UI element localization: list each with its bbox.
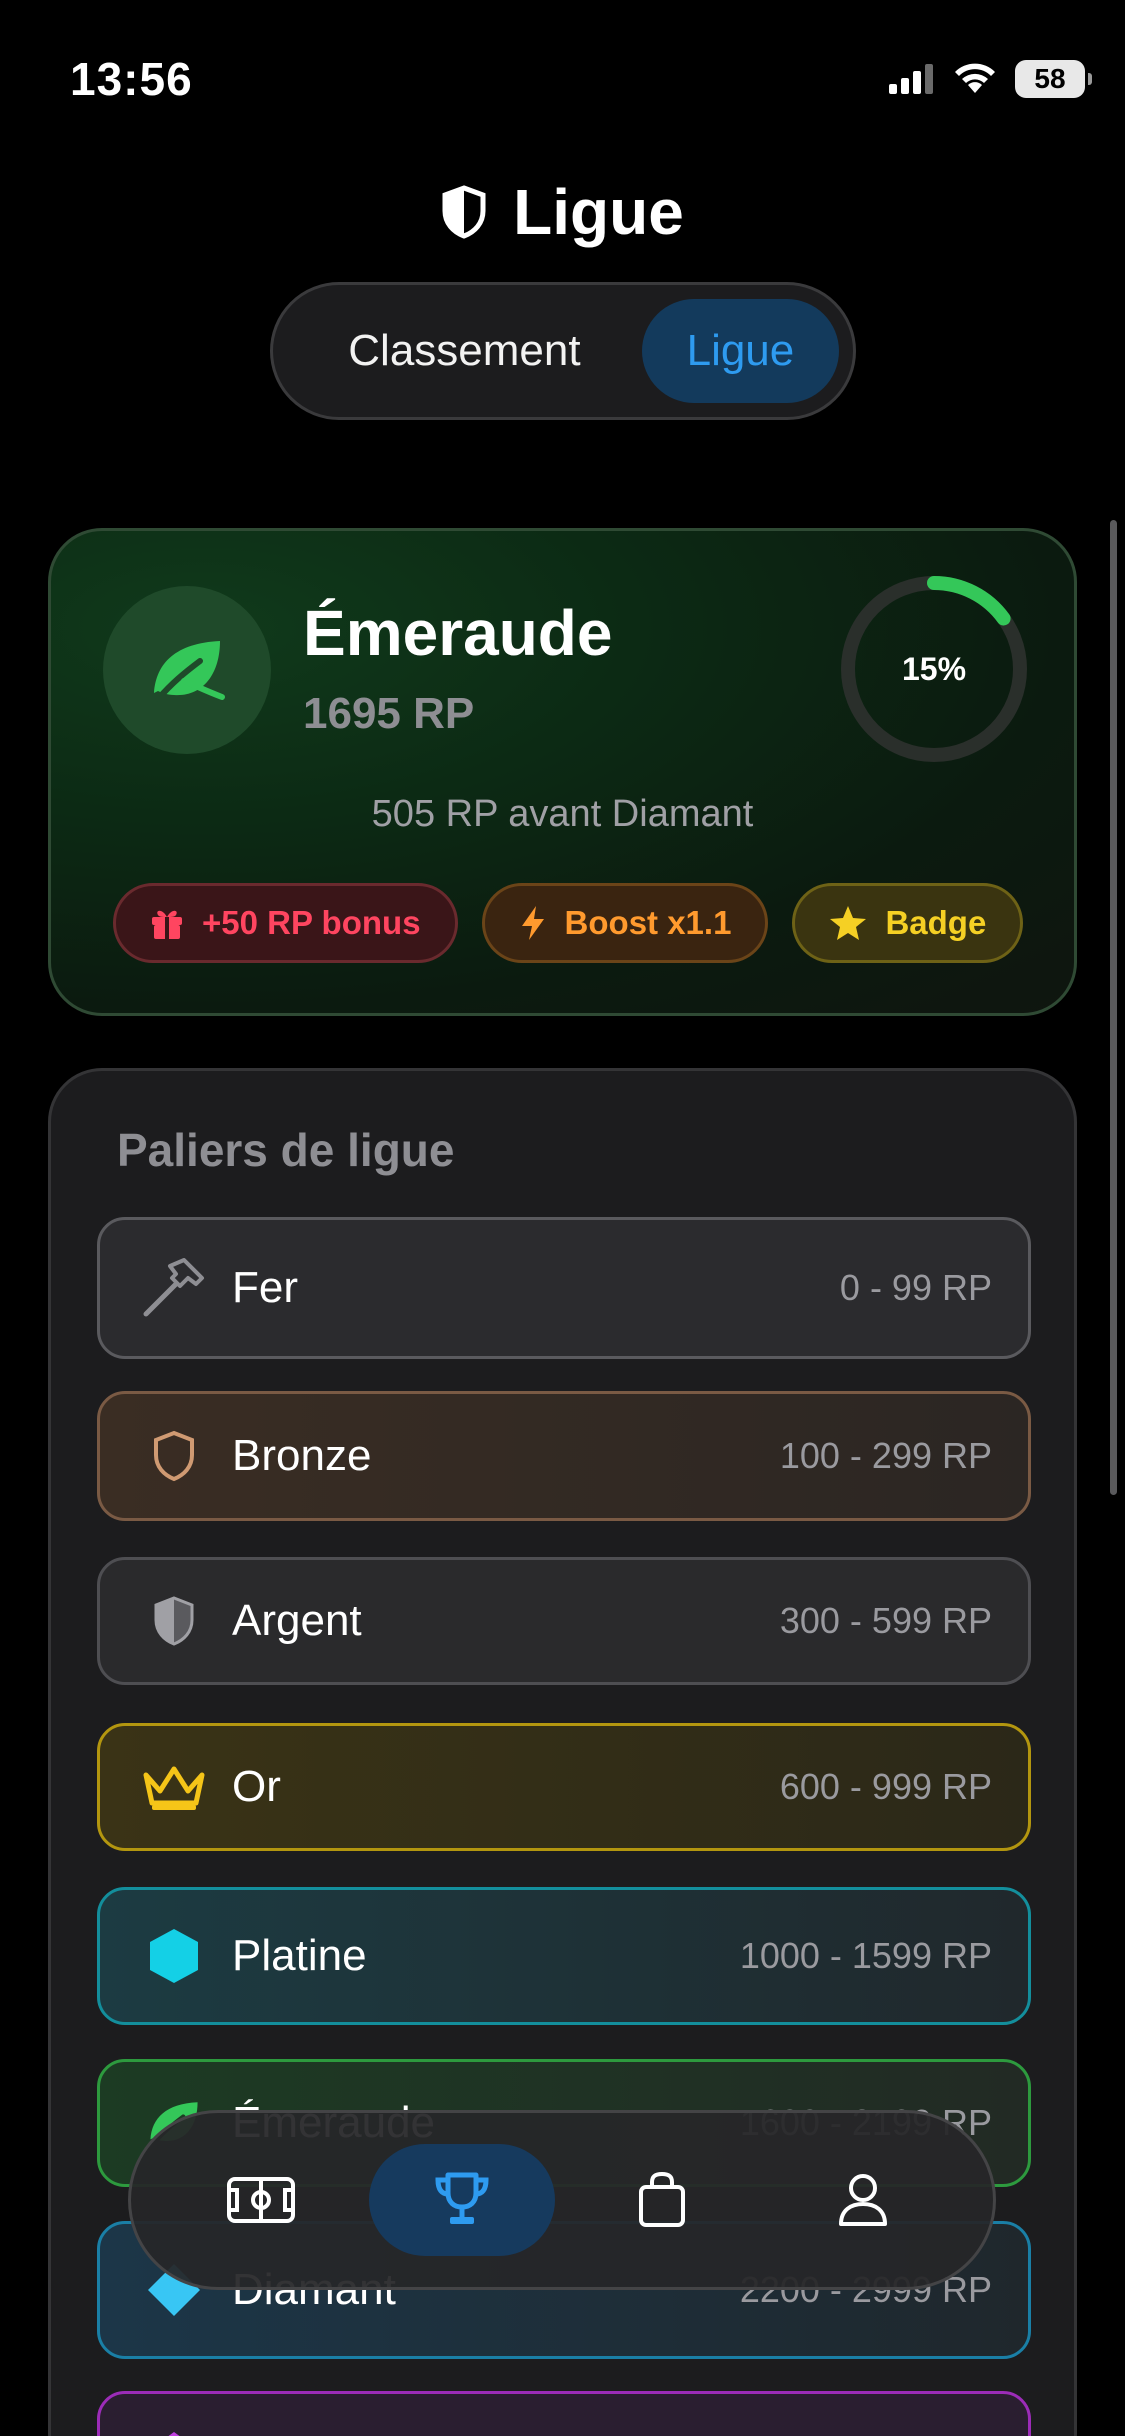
star-icon xyxy=(830,906,867,940)
page-title: Ligue xyxy=(513,176,684,248)
tier-row-or[interactable]: Or 600 - 999 RP xyxy=(97,1723,1031,1851)
perk-badge-chip: Badge xyxy=(792,883,1024,963)
nav-match[interactable] xyxy=(168,2144,354,2256)
crown-icon xyxy=(140,1753,208,1821)
tier-range: 300 - 599 RP xyxy=(779,1600,992,1641)
tier-name: Or xyxy=(232,1762,281,1811)
tier-name: Fer xyxy=(232,1263,298,1312)
tier-range: 600 - 999 RP xyxy=(779,1766,992,1807)
tier-row-platine[interactable]: Platine 1000 - 1599 RP xyxy=(97,1887,1031,2025)
tiers-title: Paliers de ligue xyxy=(117,1124,455,1176)
next-rank-info: 505 RP avant Diamant xyxy=(371,793,754,835)
tier-row-bronze[interactable]: Bronze 100 - 299 RP xyxy=(97,1391,1031,1521)
shield-outline-icon xyxy=(140,1422,208,1490)
tier-name: Platine xyxy=(232,1931,367,1980)
tier-row-next[interactable] xyxy=(97,2391,1031,2436)
hexagon-icon xyxy=(140,1922,208,1990)
leaf-icon xyxy=(154,641,225,702)
progress-percentage: 15% xyxy=(901,650,967,687)
perk-boost-label: Boost x1.1 xyxy=(564,904,732,941)
profile-icon xyxy=(838,2174,887,2226)
wifi-icon xyxy=(955,63,995,93)
tier-name: Argent xyxy=(232,1596,362,1645)
battery-indicator: 58 xyxy=(1015,60,1092,98)
tier-row-fer[interactable]: Fer 0 - 99 RP xyxy=(97,1217,1031,1359)
tier-range: 0 - 99 RP xyxy=(839,1267,992,1308)
league-icon-badge xyxy=(103,586,271,754)
perks-list: +50 RP bonus Boost x1.1 Badge xyxy=(113,883,1024,963)
gem-icon xyxy=(140,2422,208,2436)
gift-icon xyxy=(152,910,182,939)
bottom-tab-bar xyxy=(128,2110,996,2290)
nav-league[interactable] xyxy=(368,2144,555,2256)
shopping-bag-icon xyxy=(639,2171,686,2227)
nav-profile[interactable] xyxy=(770,2144,956,2256)
tab-classement[interactable]: Classement xyxy=(287,299,642,403)
league-rp: 1695 RP xyxy=(303,689,475,738)
lightning-icon xyxy=(521,906,544,940)
status-indicators: 58 xyxy=(889,60,1092,98)
cellular-signal-icon xyxy=(889,64,933,94)
scrollbar[interactable] xyxy=(1110,520,1117,1495)
perk-boost-chip: Boost x1.1 xyxy=(481,883,769,963)
hammer-icon xyxy=(140,1254,208,1322)
status-bar: 13:56 58 xyxy=(0,0,1125,150)
field-icon xyxy=(227,2177,296,2223)
perk-bonus-label: +50 RP bonus xyxy=(202,904,421,941)
segmented-control: Classement Ligue xyxy=(270,282,856,420)
page-header: Ligue xyxy=(0,175,1125,249)
league-name: Émeraude xyxy=(303,597,613,669)
tier-row-argent[interactable]: Argent 300 - 599 RP xyxy=(97,1557,1031,1685)
trophy-icon xyxy=(435,2172,489,2224)
nav-shop[interactable] xyxy=(569,2144,755,2256)
shield-half-icon xyxy=(140,1587,208,1655)
perk-bonus-chip: +50 RP bonus xyxy=(113,883,458,963)
perk-badge-label: Badge xyxy=(885,904,987,941)
tab-ligue[interactable]: Ligue xyxy=(641,299,839,403)
tier-name: Bronze xyxy=(232,1431,372,1480)
current-league-card: Émeraude 1695 RP 15% 505 RP avant Diaman… xyxy=(48,528,1077,1016)
status-time: 13:56 xyxy=(70,53,193,105)
tier-range: 1000 - 1599 RP xyxy=(739,1935,992,1976)
shield-icon xyxy=(442,185,486,239)
tier-range: 100 - 299 RP xyxy=(779,1435,992,1476)
